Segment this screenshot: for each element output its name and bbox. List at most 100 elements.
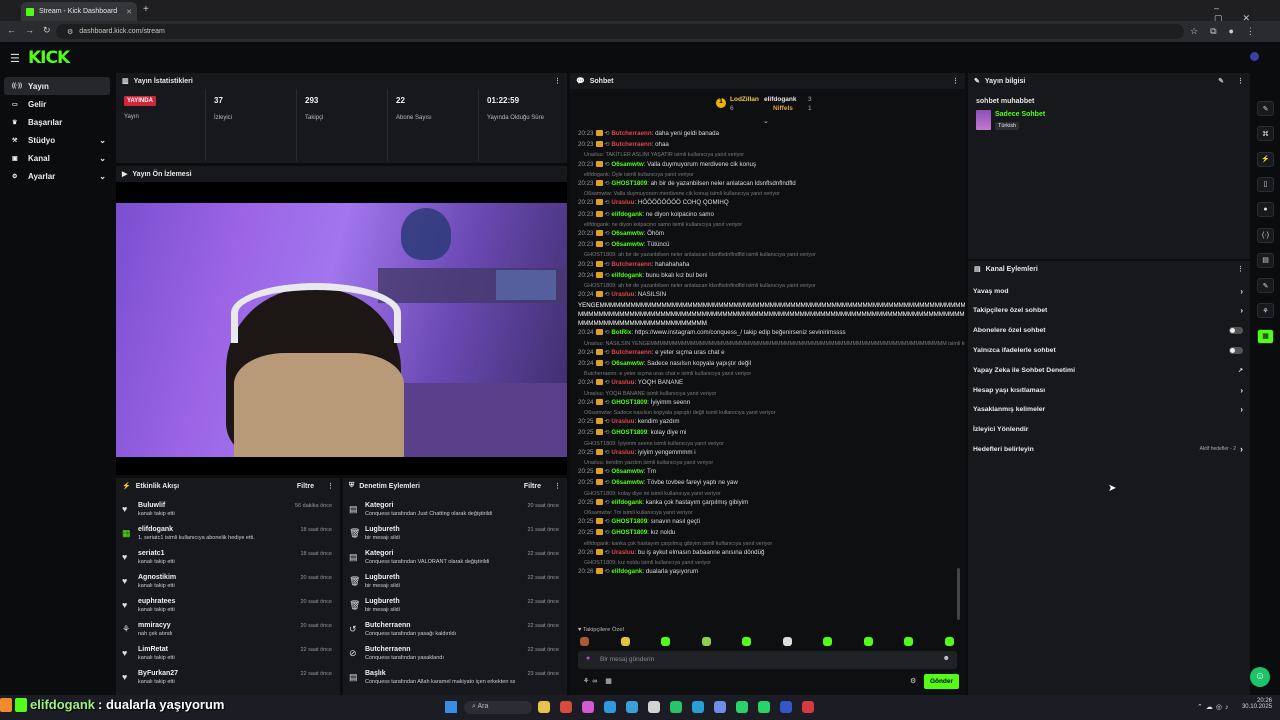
chat-message[interactable]: 20:24 ⟲ elifdogank: bunu bkalı kız bul be… <box>578 271 707 279</box>
channel-action-5[interactable]: Hesap yaşı kısıtlaması › <box>973 383 1243 397</box>
chat-message[interactable]: 20:25 ⟲ O6samwtw: Tövbe tovbee fareyi yap… <box>578 479 738 486</box>
channel-action-1[interactable]: Takipçilere özel sohbet › <box>973 304 1243 318</box>
chat-message[interactable]: 20:24 ⟲ Urasluu: NASILSIN <box>578 291 666 298</box>
taskbar-search[interactable]: ⌕ Ara <box>464 701 532 714</box>
taskbar-app-icon[interactable] <box>582 701 594 713</box>
system-tray-icons[interactable]: ⌃☁◎♪ <box>1197 703 1231 711</box>
chat-message[interactable]: 20:23 ⟲ elifdogank: ne diyon kolpacino sa… <box>578 210 714 218</box>
tab-close-icon[interactable]: ✕ <box>126 8 132 16</box>
emoji-icon[interactable]: ☻ <box>943 655 950 662</box>
taskbar-app-icon[interactable] <box>538 701 550 713</box>
sidebar-item-başarılar[interactable]: ♛ Başarılar <box>4 113 110 131</box>
chat-username[interactable]: O6samwtw <box>611 161 643 168</box>
filter-button[interactable]: Filtre <box>524 483 541 490</box>
chat-username[interactable]: GHOST1809 <box>611 529 647 536</box>
chat-username[interactable]: Urasluu <box>611 449 634 456</box>
chat-message[interactable]: MMMMMMMMMMMMMMMMMMMMMMMMM <box>578 320 707 327</box>
chat-username[interactable]: BotRix <box>611 329 631 336</box>
address-bar[interactable]: ⚙ dashboard.kick.com/stream <box>56 24 1184 39</box>
chat-scrollbar[interactable] <box>957 568 960 620</box>
edit-pencil-icon[interactable]: ✎ <box>1218 77 1224 85</box>
more-options-icon[interactable]: ⋮ <box>554 77 561 85</box>
chat-message[interactable]: 20:25 ⟲ GHOST1809: kız noldu <box>578 529 675 536</box>
toggle-switch[interactable] <box>1229 346 1243 354</box>
chat-message[interactable]: 20:25 ⟲ GHOST1809: sınavın nasıl geçti <box>578 518 700 525</box>
taskbar-app-icon[interactable] <box>802 701 814 713</box>
new-tab-icon[interactable]: + <box>143 4 149 15</box>
chat-input[interactable]: ● Bir mesaj gönderin ☻ <box>578 651 957 669</box>
taskbar-app-icon[interactable] <box>604 701 616 713</box>
chat-message[interactable]: YENGEMMMMMMMMMMMMMMMMMMMMMMMMMMMMMMMMMMM… <box>578 302 965 309</box>
chat-username[interactable]: O6samwtw <box>611 479 643 486</box>
sidebar-item-ayarlar[interactable]: ⚙ Ayarlar ⌄ <box>4 167 110 185</box>
chat-message[interactable]: 20:23 ⟲ O6samwtw: Öhöm <box>578 230 664 237</box>
chat-settings-icon[interactable]: ⚙ <box>910 677 916 685</box>
more-options-icon[interactable]: ⋮ <box>327 482 334 490</box>
chat-username[interactable]: Urasluu <box>611 418 634 425</box>
expand-chevron-icon[interactable]: ⌄ <box>763 117 769 125</box>
chat-message[interactable]: 20:23 ⟲ Butcherraenn: ohaa <box>578 141 669 148</box>
chat-username[interactable]: Butcherraenn <box>611 130 651 137</box>
sidebar-item-kanal[interactable]: ▣ Kanal ⌄ <box>4 149 110 167</box>
flash-icon[interactable]: ⚡ <box>1257 151 1274 167</box>
chat-username[interactable]: Butcherraenn <box>611 349 651 356</box>
emote-icon[interactable] <box>701 637 711 646</box>
chat-username[interactable]: Urasluu <box>611 549 634 556</box>
chat-message[interactable]: 20:25 ⟲ elifdogank: kanka çok hastayım ça… <box>578 498 748 506</box>
emote-icon[interactable] <box>782 637 792 646</box>
browser-extension-icons[interactable]: ☆⧉●⋮ <box>1190 26 1267 37</box>
chat-username[interactable]: elifdogank <box>611 499 642 506</box>
chat-username[interactable]: GHOST1809 <box>611 518 647 525</box>
chat-username[interactable]: Butcherraenn <box>611 141 651 148</box>
emote-icon[interactable] <box>661 637 670 646</box>
channel-action-0[interactable]: Yavaş mod › <box>973 284 1243 298</box>
taskbar-app-icon[interactable] <box>670 701 682 713</box>
toggle-switch[interactable] <box>1229 327 1243 335</box>
more-options-icon[interactable]: ⋮ <box>1237 77 1244 85</box>
chat-message[interactable]: 20:23 ⟲ Butcherraenn: hahahahaha <box>578 260 689 268</box>
browser-tab[interactable]: Stream - Kick Dashboard ✕ <box>21 2 137 21</box>
chat-username[interactable]: O6samwtw <box>611 468 643 475</box>
users-icon[interactable]: ⚘ <box>1257 303 1274 319</box>
emote-icon[interactable] <box>823 637 832 646</box>
taskbar-app-icon[interactable] <box>736 701 748 713</box>
site-info-icon[interactable]: ⚙ <box>67 28 73 36</box>
taskbar-app-icon[interactable] <box>780 701 792 713</box>
sidebar-item-yayın[interactable]: ((·)) Yayın <box>4 77 110 95</box>
channel-action-4[interactable]: Yapay Zeka ile Sohbet Denetimi ↗ <box>973 363 1243 377</box>
emote-icon[interactable] <box>904 637 913 646</box>
chat-username[interactable]: O6samwtw <box>611 241 643 248</box>
chat-message[interactable]: 20:26 ⟲ elifdogank: dualarla yaşıyorum <box>578 568 698 575</box>
chat-message[interactable]: 20:23 ⟲ O6samwtw: Tütüncü <box>578 241 669 248</box>
edit-icon[interactable]: ✎ <box>1257 101 1274 116</box>
taskbar-app-icon[interactable] <box>626 701 638 713</box>
windows-start-icon[interactable] <box>445 701 457 713</box>
channel-action-7[interactable]: İzleyici Yönlendir <box>973 423 1243 437</box>
chat-username[interactable]: O6samwtw <box>611 360 643 367</box>
chat-message[interactable]: 20:24 ⟲ Butcherraenn: e yeter sıçma uras … <box>578 348 725 356</box>
chat-message[interactable]: 20:24 ⟲ BotRix: https://www.instagram.com… <box>578 329 846 336</box>
emote-icon[interactable] <box>863 637 873 646</box>
chat-message[interactable]: 20:25 ⟲ Urasluu: kendim yazdım <box>578 418 679 425</box>
chat-tools-icons[interactable]: ⚘∞ ▦ <box>583 677 615 685</box>
chat-username[interactable]: GHOST1809 <box>611 429 647 436</box>
chat-username[interactable]: Urasluu <box>611 199 634 206</box>
channel-action-2[interactable]: Abonelere özel sohbet <box>973 324 1243 338</box>
emote-icon[interactable] <box>944 637 954 646</box>
tools-icon[interactable]: ✎ <box>1257 278 1274 294</box>
taskbar-app-icon[interactable] <box>758 701 770 713</box>
chat-message[interactable]: 20:23 ⟲ Urasluu: HÖÖÖÖÖÖÖÖ COHQ QOMIHQ <box>578 199 729 206</box>
taskbar-app-icon[interactable] <box>560 701 572 713</box>
nav-buttons[interactable]: ←→↻ <box>7 25 60 36</box>
broadcast-icon[interactable]: (·) <box>1257 227 1274 243</box>
chat-bubble-icon[interactable]: ● <box>1257 202 1274 218</box>
layout-icon[interactable]: ▤ <box>1257 252 1274 268</box>
chat-message[interactable]: 20:26 ⟲ Urasluu: bu iş aykut elmasın baba… <box>578 548 764 556</box>
more-options-icon[interactable]: ⋮ <box>554 482 561 490</box>
channel-action-8[interactable]: Hedefleri belirleyin Aktif hedefler - 2 › <box>973 442 1243 456</box>
chat-message[interactable]: 20:23 ⟲ O6samwtw: Valla duymuyorum merdiv… <box>578 160 756 168</box>
more-options-icon[interactable]: ⋮ <box>1237 265 1244 273</box>
green-app-icon[interactable]: ▦ <box>1257 328 1274 344</box>
chat-message[interactable]: 20:24 ⟲ Urasluu: YOQH BANANE <box>578 379 683 386</box>
chat-message[interactable]: MMMMMMMMMMMMMMMMMMMMMMMMMMMMMMMMMMMMMMMM… <box>578 311 965 318</box>
